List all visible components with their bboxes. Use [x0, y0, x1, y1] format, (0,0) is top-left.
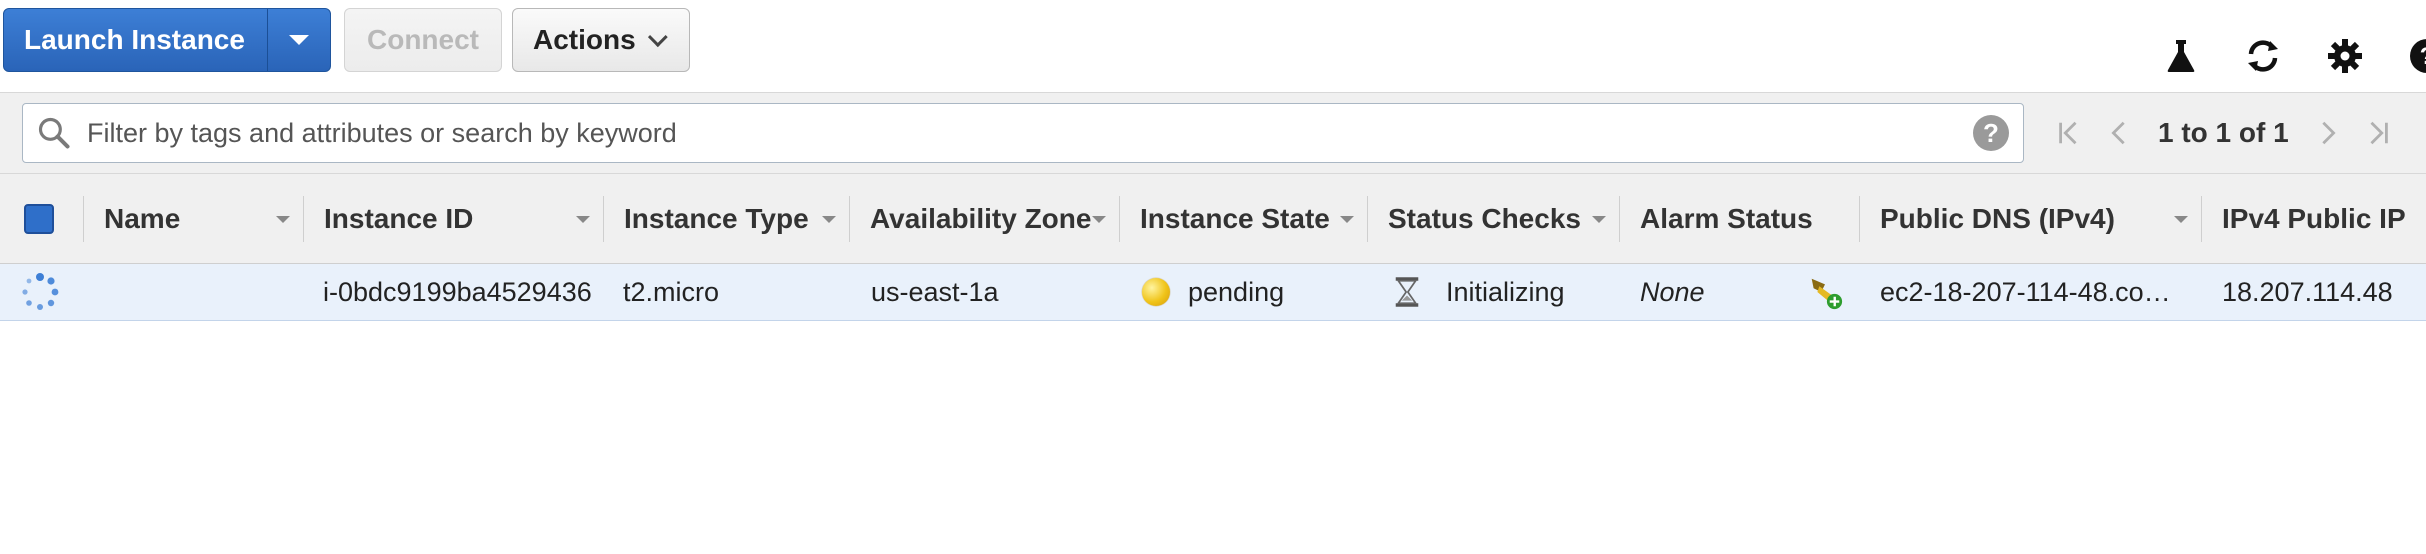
instance-state-label: pending — [1188, 276, 1285, 307]
column-header-instance-type[interactable]: Instance Type — [604, 174, 850, 264]
column-label: Public DNS (IPv4) — [1880, 203, 2115, 234]
connect-label: Connect — [367, 24, 479, 55]
filter-bar: ? 1 to 1 of 1 — [0, 92, 2426, 174]
sort-caret-icon — [576, 216, 590, 223]
connect-button[interactable]: Connect — [344, 8, 502, 72]
cell-availability-zone: us-east-1a — [871, 276, 999, 307]
column-header-availability-zone[interactable]: Availability Zone — [850, 174, 1120, 264]
select-all-cell — [0, 174, 84, 264]
search-icon — [23, 103, 85, 163]
sort-caret-icon — [1340, 216, 1354, 223]
column-header-instance-id[interactable]: Instance ID — [304, 174, 604, 264]
launch-instance-label: Launch Instance — [24, 24, 245, 55]
column-label: Instance Type — [624, 203, 809, 234]
column-label: Status Checks — [1388, 203, 1581, 234]
pagination: 1 to 1 of 1 — [2044, 93, 2403, 173]
table-row[interactable]: i-0bdc9199ba4529436 t2.micro us-east-1a … — [0, 264, 2426, 321]
column-header-alarm-status[interactable]: Alarm Status — [1620, 174, 1860, 264]
table-header: Name Instance ID Instance Type Availabil… — [0, 174, 2426, 264]
loading-spinner-icon — [20, 264, 64, 320]
cell-public-ip: 18.207.114.48 — [2222, 276, 2393, 307]
status-checks-label: Initializing — [1446, 276, 1565, 307]
chevron-down-icon — [289, 35, 309, 45]
column-header-name[interactable]: Name — [84, 174, 304, 264]
cell-instance-state: pending — [1142, 264, 1284, 320]
help-icon[interactable]: ? — [2386, 34, 2426, 78]
toolbar: Launch Instance Connect Actions — [0, 0, 2426, 92]
sort-caret-icon — [2174, 216, 2188, 223]
toolbar-icons: ? — [2140, 34, 2426, 78]
chevron-down-icon — [647, 27, 668, 48]
column-header-public-dns[interactable]: Public DNS (IPv4) — [1860, 174, 2202, 264]
cell-alarm-status: None — [1640, 276, 1705, 307]
column-label: Name — [104, 203, 181, 234]
search-input[interactable] — [85, 116, 1973, 150]
column-label: Instance ID — [324, 203, 474, 234]
search-box: ? — [22, 103, 2024, 163]
next-page-icon[interactable] — [2303, 113, 2353, 153]
search-help-icon[interactable]: ? — [1973, 115, 2009, 151]
column-label: Alarm Status — [1640, 203, 1813, 234]
cell-public-dns: ec2-18-207-114-48.co… — [1880, 276, 2171, 307]
column-header-public-ip[interactable]: IPv4 Public IP — [2202, 174, 2426, 264]
last-page-icon[interactable] — [2353, 113, 2403, 153]
pagination-text: 1 to 1 of 1 — [2158, 117, 2289, 148]
sort-caret-icon — [822, 216, 836, 223]
sort-caret-icon — [276, 216, 290, 223]
prev-page-icon[interactable] — [2094, 113, 2144, 153]
cell-instance-type: t2.micro — [623, 276, 720, 307]
first-page-icon[interactable] — [2044, 113, 2094, 153]
actions-button[interactable]: Actions — [512, 8, 690, 72]
hourglass-icon — [1395, 277, 1419, 307]
column-label: Availability Zone — [870, 203, 1092, 234]
sort-caret-icon — [1092, 216, 1106, 223]
column-label: IPv4 Public IP — [2222, 203, 2406, 234]
flask-icon[interactable] — [2140, 34, 2222, 78]
gear-icon[interactable] — [2304, 34, 2386, 78]
column-label: Instance State — [1140, 203, 1330, 234]
select-all-checkbox[interactable] — [24, 204, 54, 234]
column-header-status-checks[interactable]: Status Checks — [1368, 174, 1620, 264]
launch-dropdown-toggle[interactable] — [267, 9, 330, 71]
cell-instance-id: i-0bdc9199ba4529436 — [323, 276, 592, 307]
launch-instance-button[interactable]: Launch Instance — [3, 8, 331, 72]
refresh-icon[interactable] — [2222, 34, 2304, 78]
svg-text:?: ? — [2420, 43, 2426, 70]
sort-caret-icon — [1592, 216, 1606, 223]
actions-label: Actions — [533, 24, 636, 55]
create-alarm-icon[interactable] — [1806, 264, 1844, 320]
pending-state-icon — [1142, 278, 1170, 306]
cell-status-checks: Initializing — [1394, 264, 1565, 320]
column-header-instance-state[interactable]: Instance State — [1120, 174, 1368, 264]
